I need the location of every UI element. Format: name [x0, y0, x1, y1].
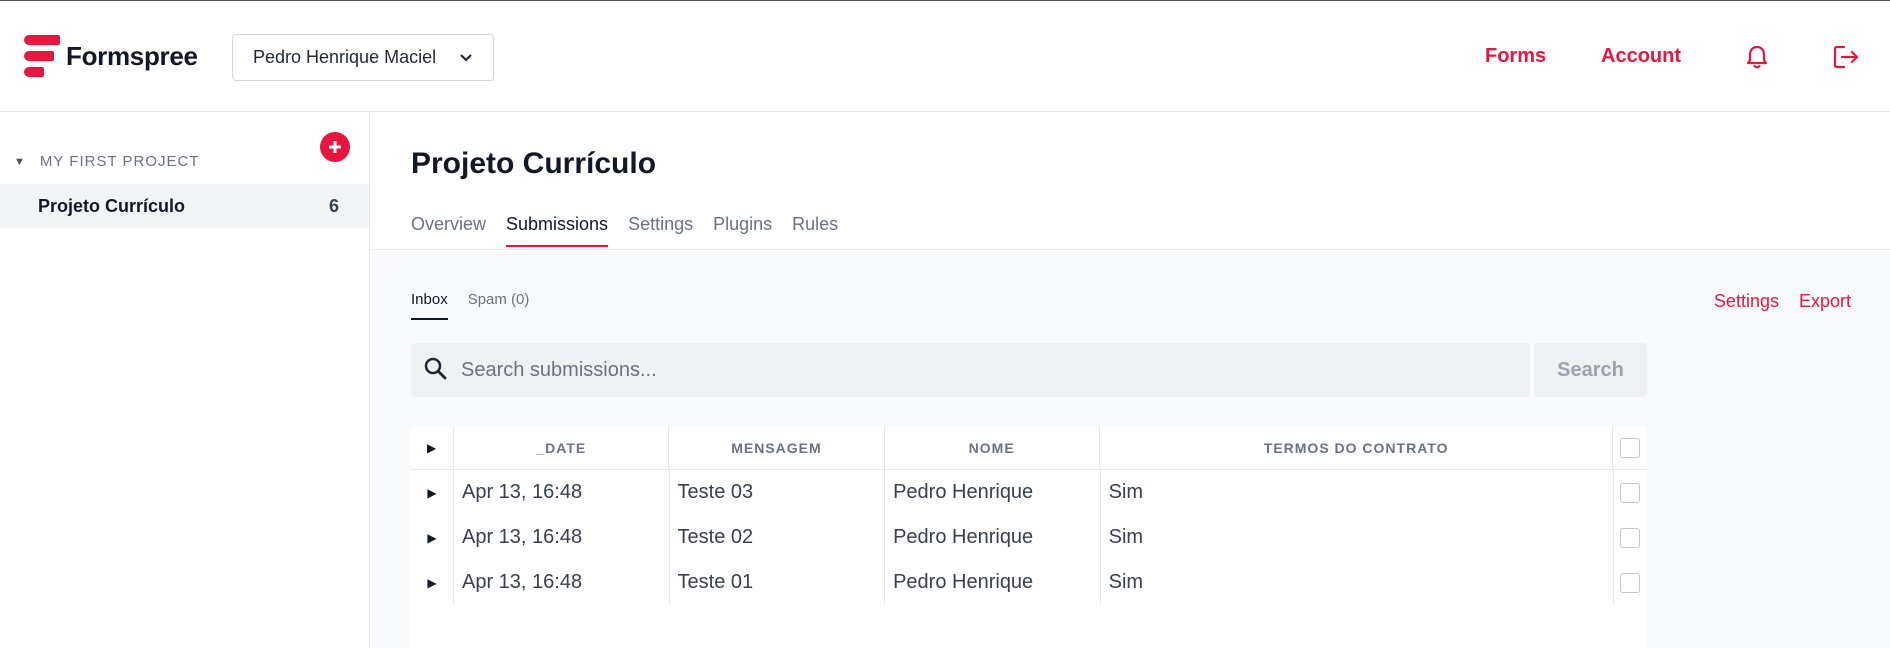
expand-row-toggle[interactable]: ▶: [411, 560, 454, 605]
bell-icon[interactable]: [1741, 41, 1773, 73]
sidebar-item-count: 6: [328, 195, 339, 216]
caret-right-icon: ▶: [426, 440, 438, 455]
caret-right-icon: ▶: [427, 575, 437, 590]
column-header[interactable]: NOME: [885, 426, 1100, 469]
table-cell-termos: Sim: [1101, 560, 1614, 605]
table-cell-nome: Pedro Henrique: [885, 470, 1101, 515]
submissions-table: ▶ _DATE MENSAGEM NOME TERMOS DO CONTRATO…: [411, 426, 1647, 648]
subtab-spam[interactable]: Spam (0): [468, 291, 530, 320]
expand-row-toggle[interactable]: ▶: [411, 470, 454, 515]
table-cell-mensagem: Teste 02: [670, 515, 886, 560]
sidebar: ▼ MY FIRST PROJECT Projeto Currículo 6: [0, 113, 370, 648]
table-row[interactable]: ▶ Apr 13, 16:48 Teste 02 Pedro Henrique …: [411, 515, 1647, 560]
brand-name: Formspree: [66, 40, 198, 71]
table-cell-mensagem: Teste 01: [670, 560, 886, 605]
add-form-button[interactable]: [320, 132, 350, 162]
chevron-down-icon: [459, 47, 473, 68]
table-row[interactable]: ▶ Apr 13, 16:48 Teste 01 Pedro Henrique …: [411, 560, 1647, 605]
caret-right-icon: ▶: [427, 530, 437, 545]
select-all-checkbox[interactable]: [1613, 426, 1647, 469]
tab-overview[interactable]: Overview: [411, 214, 486, 247]
sidebar-item-label: Projeto Currículo: [38, 195, 186, 216]
logout-icon[interactable]: [1830, 41, 1862, 73]
brand-logo[interactable]: Formspree: [24, 35, 198, 77]
search-button[interactable]: Search: [1534, 343, 1647, 397]
table-cell-mensagem: Teste 03: [670, 470, 886, 515]
submission-settings-link[interactable]: Settings: [1714, 291, 1779, 312]
row-checkbox[interactable]: [1614, 515, 1647, 560]
row-checkbox[interactable]: [1614, 470, 1647, 515]
page-title: Projeto Currículo: [411, 147, 657, 180]
subtab-inbox[interactable]: Inbox: [411, 291, 448, 320]
account-selector[interactable]: Pedro Henrique Maciel: [232, 34, 494, 81]
formspree-logo-icon: [24, 35, 60, 77]
table-cell-date: Apr 13, 16:48: [454, 560, 670, 605]
submission-actions: Settings Export: [1694, 291, 1851, 312]
plus-icon: [329, 141, 341, 153]
search-bar: [411, 343, 1530, 397]
row-checkbox[interactable]: [1614, 560, 1647, 605]
submissions-panel: Inbox Spam (0) Settings Export Search ▶ …: [371, 251, 1890, 648]
tab-plugins[interactable]: Plugins: [713, 214, 772, 247]
tab-submissions[interactable]: Submissions: [506, 214, 609, 247]
table-cell-termos: Sim: [1101, 470, 1614, 515]
table-cell-date: Apr 13, 16:48: [454, 515, 670, 560]
collapse-triangle-icon[interactable]: ▼: [14, 156, 26, 168]
column-header[interactable]: _DATE: [454, 426, 670, 469]
form-tabs: Overview Submissions Settings Plugins Ru…: [411, 214, 858, 247]
export-link[interactable]: Export: [1799, 291, 1851, 312]
expand-row-toggle[interactable]: ▶: [411, 515, 454, 560]
table-row[interactable]: ▶ Apr 13, 16:48 Teste 03 Pedro Henrique …: [411, 470, 1647, 515]
top-header: Formspree Pedro Henrique Maciel Forms Ac…: [0, 1, 1890, 112]
account-selector-label: Pedro Henrique Maciel: [253, 47, 437, 67]
table-cell-date: Apr 13, 16:48: [454, 470, 670, 515]
search-icon: [423, 356, 447, 385]
nav-forms-link[interactable]: Forms: [1485, 45, 1546, 68]
table-cell-nome: Pedro Henrique: [885, 515, 1101, 560]
form-header: Projeto Currículo Overview Submissions S…: [371, 113, 1890, 250]
submission-subtabs: Inbox Spam (0): [411, 291, 549, 320]
table-header-row: ▶ _DATE MENSAGEM NOME TERMOS DO CONTRATO: [411, 426, 1647, 470]
column-header[interactable]: MENSAGEM: [669, 426, 885, 469]
tab-settings[interactable]: Settings: [628, 214, 693, 247]
table-cell-nome: Pedro Henrique: [885, 560, 1101, 605]
project-header[interactable]: ▼ MY FIRST PROJECT: [14, 153, 200, 170]
caret-right-icon: ▶: [427, 485, 437, 500]
table-cell-termos: Sim: [1101, 515, 1614, 560]
column-header[interactable]: TERMOS DO CONTRATO: [1100, 426, 1614, 469]
search-input[interactable]: [461, 358, 1461, 382]
sidebar-item-form[interactable]: Projeto Currículo 6: [0, 184, 369, 228]
nav-account-link[interactable]: Account: [1601, 45, 1681, 68]
expand-all-toggle[interactable]: ▶: [411, 426, 455, 469]
project-name: MY FIRST PROJECT: [39, 153, 200, 170]
tab-rules[interactable]: Rules: [792, 214, 838, 247]
